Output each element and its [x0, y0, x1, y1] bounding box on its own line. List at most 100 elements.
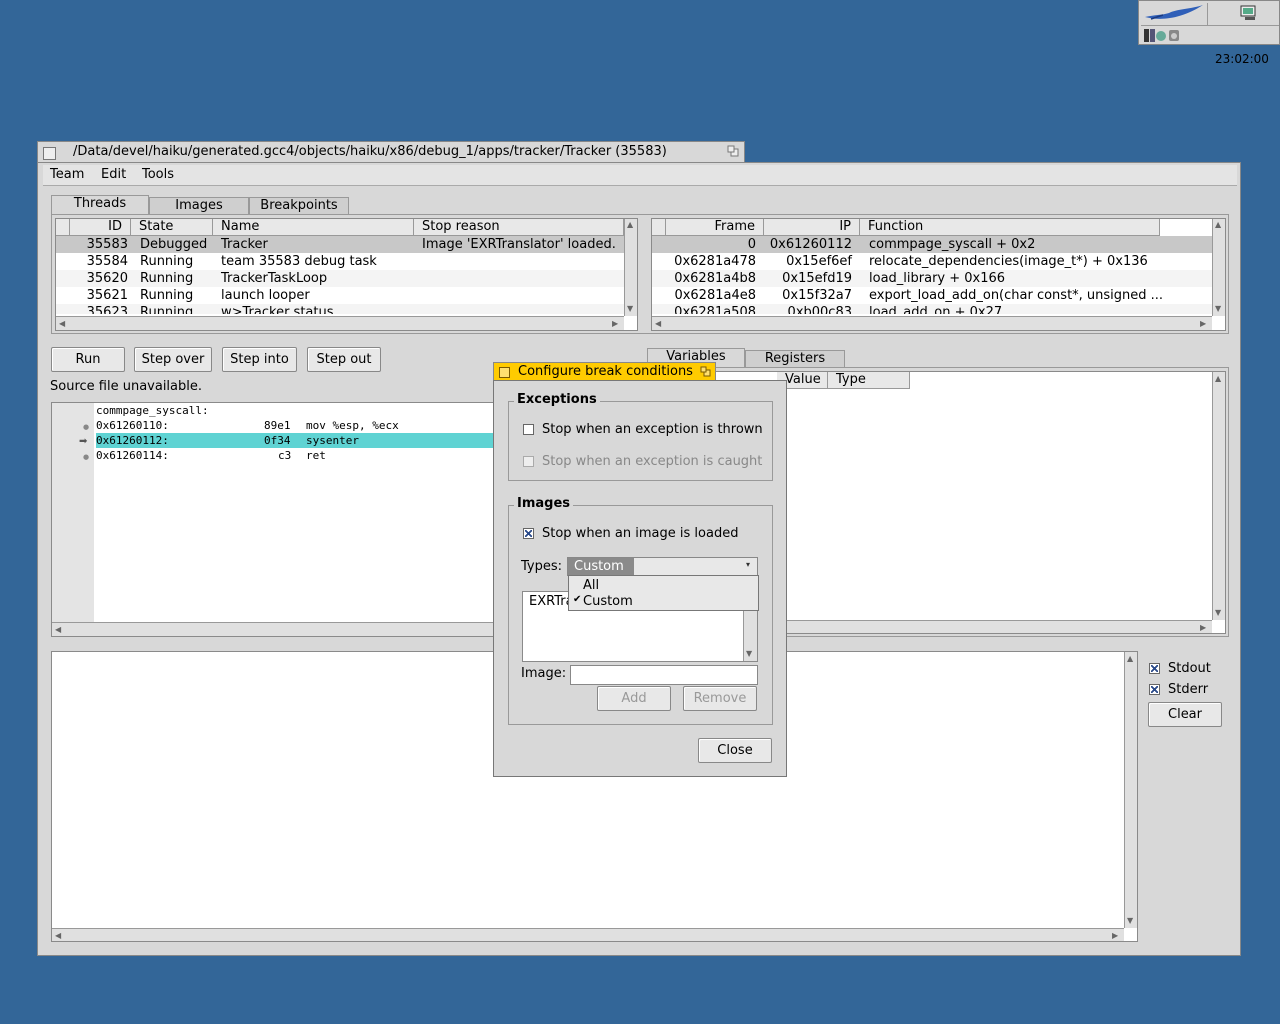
tab-threads[interactable]: Threads	[51, 195, 149, 214]
frame-ip: 0x15f32a7	[782, 288, 852, 303]
frame-function: load_library + 0x166	[869, 271, 1006, 286]
table-row[interactable]: 35583 Debugged Tracker Image 'EXRTransla…	[56, 236, 624, 253]
app-switcher-icon[interactable]	[1239, 4, 1259, 22]
clock[interactable]: 23:02:00	[1215, 52, 1269, 66]
remove-button[interactable]: Remove	[683, 686, 757, 711]
scroll-up-icon[interactable]: ▲	[1127, 654, 1133, 664]
zoom-icon[interactable]	[700, 366, 711, 377]
image-loaded-checkbox[interactable]	[523, 528, 534, 539]
frame-address: 0x6281a4e8	[674, 288, 756, 303]
console-vscroll[interactable]: ▲ ▼	[1124, 652, 1137, 928]
source-bytes: 0f34	[264, 434, 291, 447]
table-row[interactable]: 0x6281a4e8 0x15f32a7 export_load_add_on(…	[652, 287, 1212, 304]
console-hscroll[interactable]: ◀ ▶	[52, 928, 1124, 941]
scroll-right-icon[interactable]: ▶	[1200, 319, 1206, 329]
scroll-up-icon[interactable]: ▲	[627, 220, 633, 230]
list-item[interactable]: EXRTra	[529, 594, 574, 609]
window-tab[interactable]: /Data/devel/haiku/generated.gcc4/objects…	[37, 141, 745, 163]
tab-breakpoints[interactable]: Breakpoints	[249, 197, 349, 214]
variables-tab-strip: Variables Registers	[647, 348, 1227, 368]
source-bytes: c3	[278, 449, 292, 462]
scroll-up-icon[interactable]: ▲	[1215, 374, 1221, 384]
col-state[interactable]: State	[131, 219, 213, 236]
thread-id: 35583	[86, 237, 128, 252]
table-row[interactable]: 0x6281a508 0xb00c83 load_add_on + 0x27	[652, 304, 1212, 314]
menu-tools[interactable]: Tools	[142, 167, 174, 182]
tab-registers[interactable]: Registers	[745, 350, 845, 367]
menu-option-custom[interactable]: Custom	[583, 594, 633, 609]
col-type[interactable]: Type	[828, 372, 910, 389]
col-name[interactable]: Name	[213, 219, 414, 236]
close-button[interactable]: Close	[698, 738, 772, 763]
table-row[interactable]: 35584 Running team 35583 debug task	[56, 253, 624, 270]
breakpoint-marker-icon[interactable]: ●	[83, 423, 89, 431]
step-over-button[interactable]: Step over	[134, 347, 212, 372]
source-address: 0x61260112:	[96, 434, 169, 447]
tray-icons[interactable]	[1143, 27, 1193, 44]
table-row[interactable]: 35623 Running w>Tracker status	[56, 304, 624, 314]
col-frame[interactable]: Frame	[666, 219, 764, 236]
step-out-button[interactable]: Step out	[307, 347, 381, 372]
scroll-right-icon[interactable]: ▶	[1200, 623, 1206, 633]
scroll-left-icon[interactable]: ◀	[55, 931, 61, 941]
exception-thrown-label: Stop when an exception is thrown	[542, 422, 763, 437]
table-row[interactable]: 35621 Running launch looper	[56, 287, 624, 304]
stack-vscroll[interactable]: ▲ ▼	[1212, 219, 1225, 316]
variables-vscroll[interactable]: ▲ ▼	[1212, 372, 1225, 620]
col-function[interactable]: Function	[860, 219, 1160, 236]
scroll-left-icon[interactable]: ◀	[55, 625, 61, 635]
threads-hscroll[interactable]: ◀ ▶	[56, 316, 624, 330]
col-id[interactable]: ID	[70, 219, 131, 236]
scroll-left-icon[interactable]: ◀	[655, 319, 661, 329]
run-button[interactable]: Run	[51, 347, 125, 372]
thread-state: Running	[140, 271, 194, 286]
close-box-icon[interactable]	[499, 367, 510, 378]
source-bytes: 89e1	[264, 419, 291, 432]
table-row[interactable]: 35620 Running TrackerTaskLoop	[56, 270, 624, 287]
dialog-tab[interactable]: Configure break conditions	[493, 362, 716, 381]
tab-images[interactable]: Images	[149, 197, 249, 214]
stderr-checkbox[interactable]	[1149, 684, 1160, 695]
menu-option-all[interactable]: All	[583, 578, 599, 593]
table-row[interactable]: 0x6281a4b8 0x15efd19 load_library + 0x16…	[652, 270, 1212, 287]
add-button[interactable]: Add	[597, 686, 671, 711]
scroll-left-icon[interactable]: ◀	[59, 319, 65, 329]
step-into-button[interactable]: Step into	[222, 347, 297, 372]
exception-caught-checkbox[interactable]	[523, 456, 534, 467]
stack-hscroll[interactable]: ◀ ▶	[652, 316, 1212, 330]
zoom-icon[interactable]	[727, 145, 739, 157]
menu-team[interactable]: Team	[50, 167, 84, 182]
break-conditions-dialog: Exceptions Stop when an exception is thr…	[493, 380, 787, 777]
scroll-right-icon[interactable]: ▶	[1112, 931, 1118, 941]
scroll-up-icon[interactable]: ▲	[1215, 220, 1221, 230]
breakpoint-marker-icon[interactable]: ●	[83, 453, 89, 461]
scroll-down-icon[interactable]: ▼	[1127, 916, 1133, 926]
image-input[interactable]	[570, 665, 758, 685]
thread-id: 35621	[86, 288, 128, 303]
stdout-checkbox[interactable]	[1149, 663, 1160, 674]
list-header-blank	[56, 219, 70, 236]
frame-address: 0x6281a4b8	[674, 271, 756, 286]
col-ip[interactable]: IP	[764, 219, 860, 236]
col-stop-reason[interactable]: Stop reason	[414, 219, 624, 236]
leaf-menu-icon[interactable]	[1141, 3, 1207, 23]
scroll-down-icon[interactable]: ▼	[746, 649, 752, 659]
thread-name: w>Tracker status	[221, 305, 334, 314]
menu-edit[interactable]: Edit	[101, 167, 126, 182]
scroll-right-icon[interactable]: ▶	[612, 319, 618, 329]
scroll-down-icon[interactable]: ▼	[1215, 304, 1221, 314]
table-row[interactable]: 0x6281a478 0x15ef6ef relocate_dependenci…	[652, 253, 1212, 270]
scroll-down-icon[interactable]: ▼	[1215, 608, 1221, 618]
scroll-down-icon[interactable]: ▼	[627, 304, 633, 314]
exception-thrown-checkbox[interactable]	[523, 424, 534, 435]
threads-vscroll[interactable]: ▲ ▼	[624, 219, 637, 316]
source-view: ➡ ● ● commpage_syscall: 0x61260110: 89e1…	[51, 402, 501, 637]
types-dropdown[interactable]: Custom ▾	[567, 557, 758, 576]
close-box-icon[interactable]	[43, 147, 56, 160]
stderr-label: Stderr	[1168, 682, 1209, 697]
table-row[interactable]: 0 0x61260112 commpage_syscall + 0x2	[652, 236, 1212, 253]
source-hscroll[interactable]: ◀	[52, 622, 500, 636]
clear-button[interactable]: Clear	[1148, 702, 1222, 727]
source-gutter[interactable]	[52, 403, 94, 623]
source-status: Source file unavailable.	[50, 379, 203, 394]
